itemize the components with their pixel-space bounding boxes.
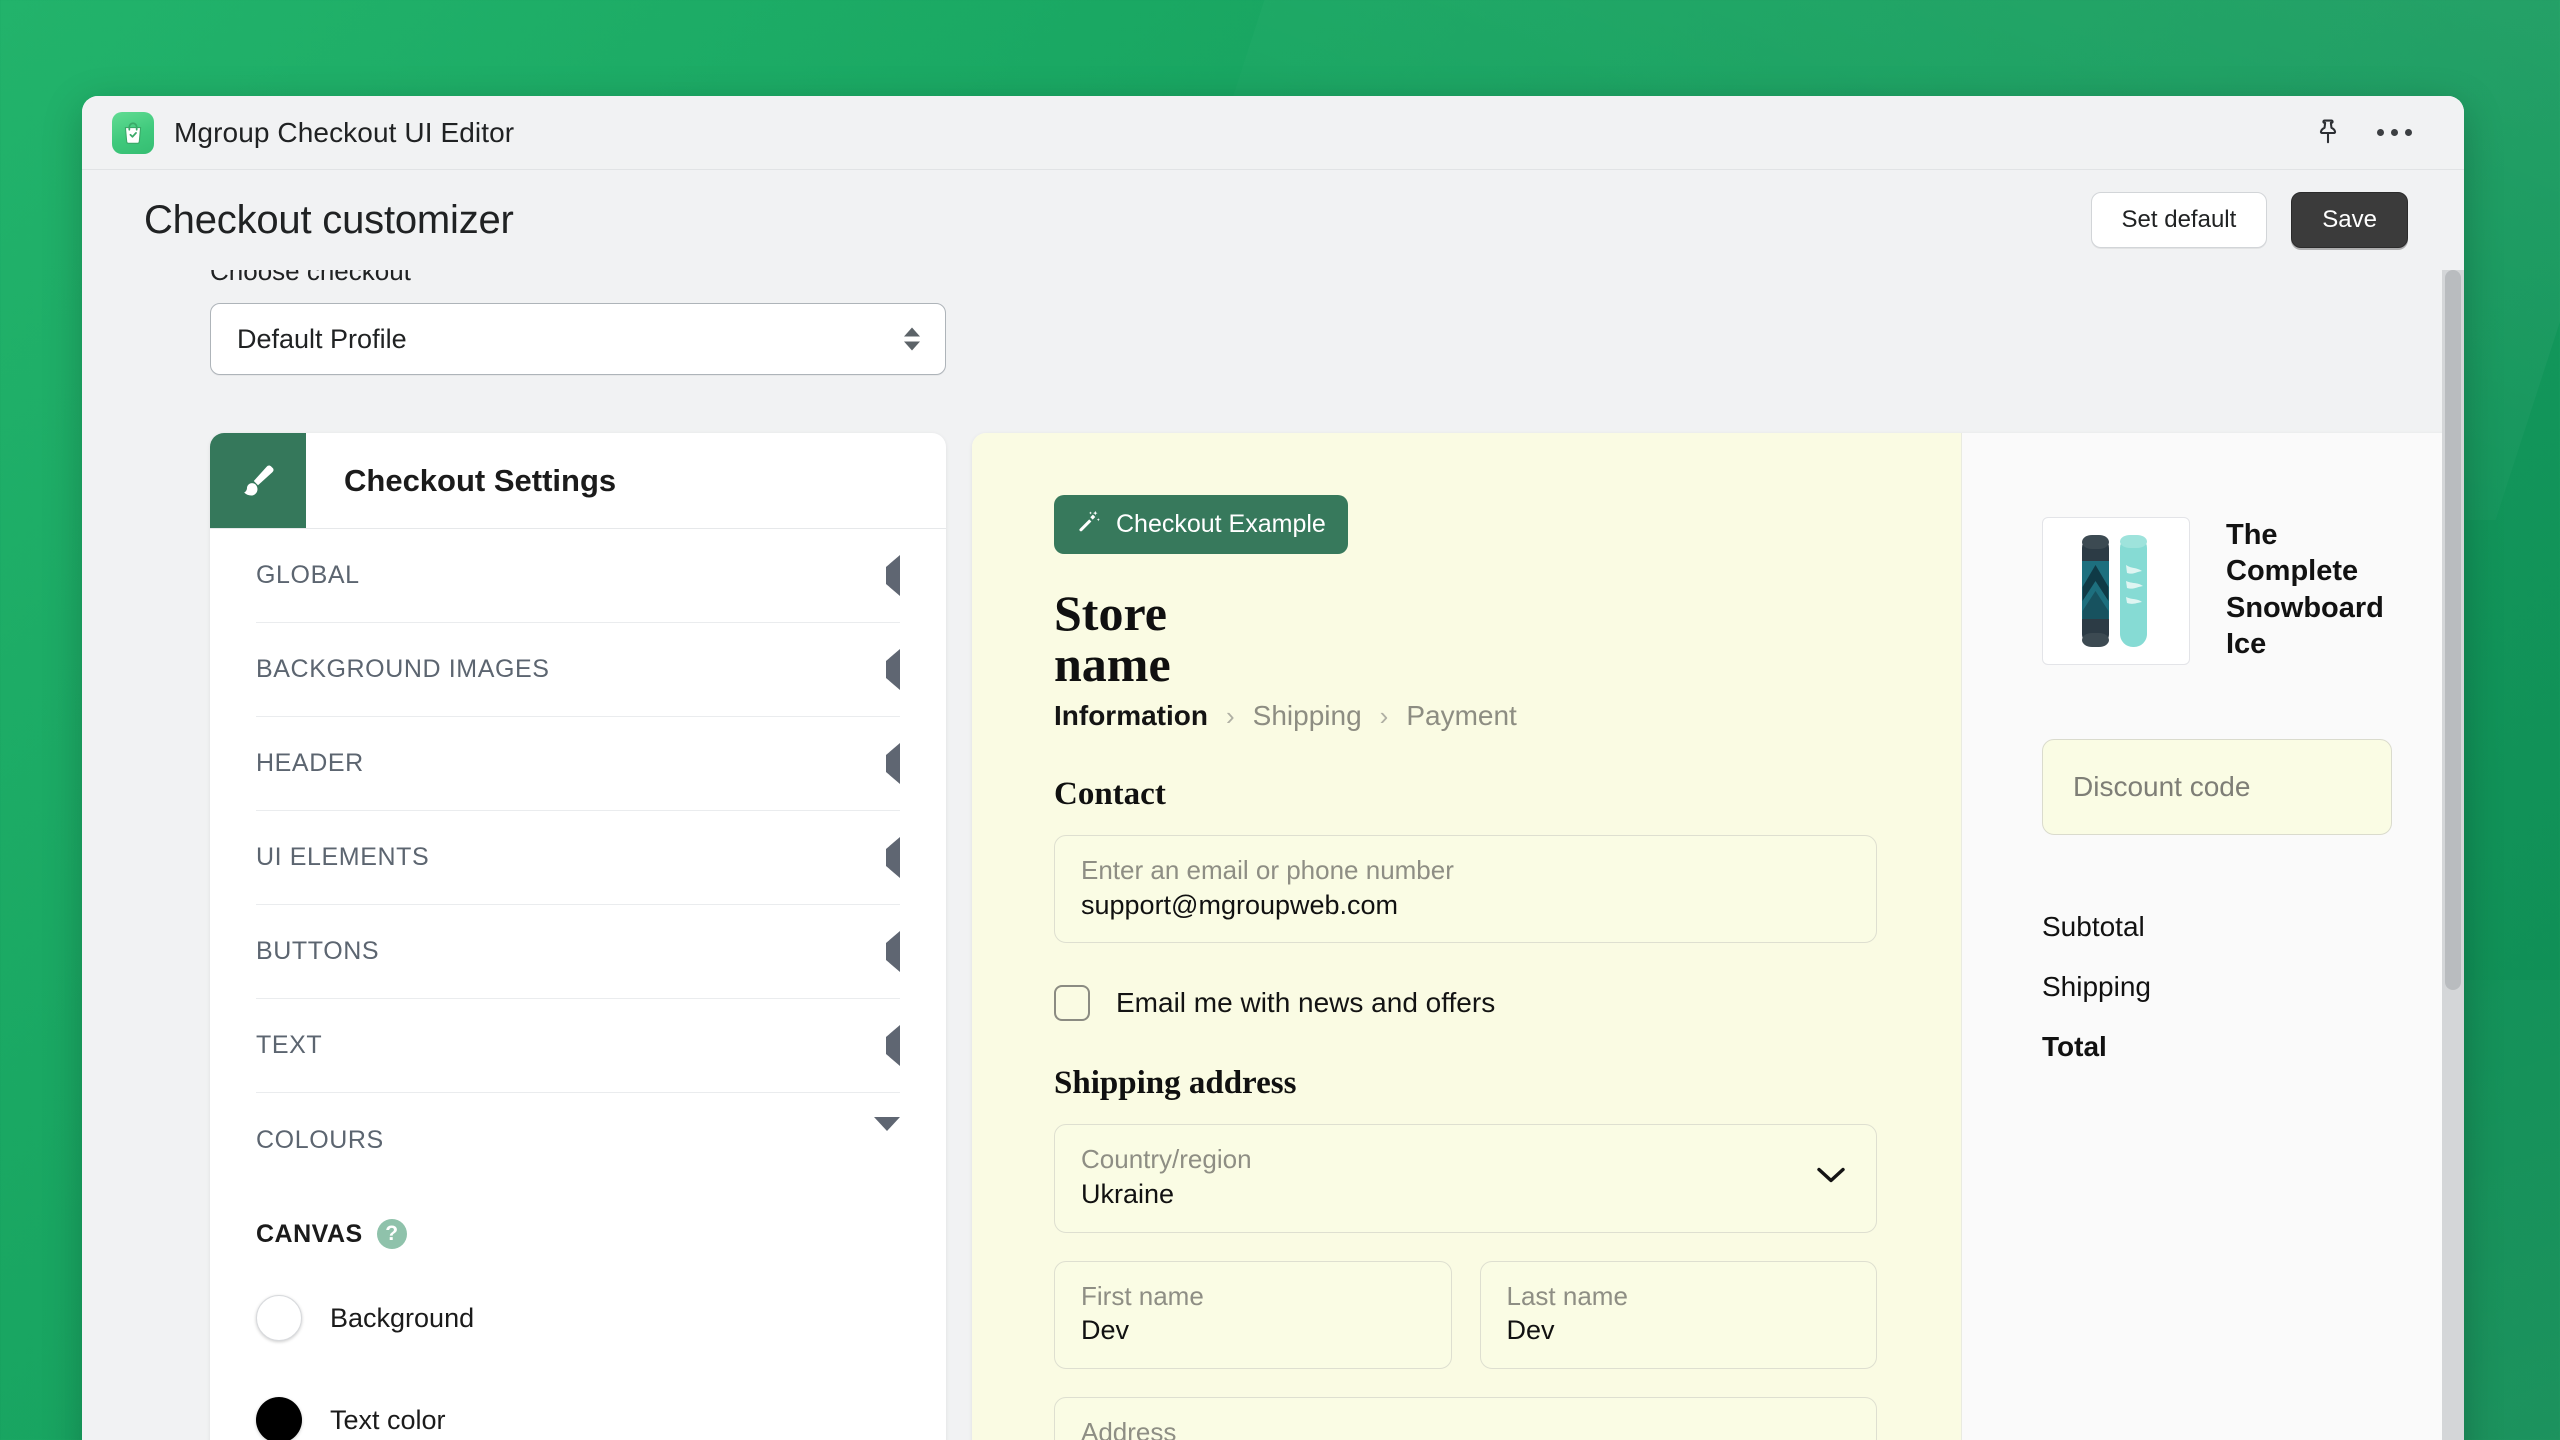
email-field-label: Enter an email or phone number: [1081, 855, 1454, 885]
canvas-colour-group: CANVAS ? Background Text color: [210, 1187, 946, 1440]
discount-code-input[interactable]: Discount code: [2042, 739, 2392, 835]
settings-panel-header: Checkout Settings: [210, 433, 946, 529]
header-actions: Set default Save: [2090, 192, 2408, 248]
first-name-label: First name: [1081, 1280, 1204, 1311]
titlebar: Mgroup Checkout UI Editor: [82, 96, 2464, 170]
total-label: Total: [2042, 1031, 2107, 1062]
colour-row-text-color[interactable]: Text color: [256, 1397, 900, 1440]
email-field-value: support@mgroupweb.com: [1081, 889, 1399, 920]
shopping-bag-icon: [112, 111, 154, 154]
checkout-settings-panel: Checkout Settings GLOBAL BACKGROUND IMAG…: [210, 433, 946, 1440]
last-name-value: Dev: [1506, 1315, 1555, 1345]
chevron-left-icon: [886, 836, 900, 878]
last-name-label: Last name: [1506, 1280, 1628, 1311]
newsletter-checkbox-row[interactable]: Email me with news and offers: [1054, 985, 1877, 1022]
name-field-row: First name Dev Last name Dev: [1054, 1260, 1877, 1369]
accordion-label: TEXT: [256, 1031, 323, 1059]
accordion-label: BACKGROUND IMAGES: [256, 655, 550, 683]
colour-label: Text color: [330, 1404, 446, 1435]
first-name-value: Dev: [1081, 1315, 1130, 1345]
app-window: Mgroup Checkout UI Editor Checkout custo…: [82, 96, 2464, 1440]
accordion-label: GLOBAL: [256, 561, 360, 589]
settings-accordion: GLOBAL BACKGROUND IMAGES HEADER UI ELEME…: [210, 529, 946, 1187]
magic-wand-icon: [1076, 508, 1102, 541]
country-region-label: Country/region: [1081, 1144, 1252, 1175]
email-field[interactable]: Enter an email or phone number support@m…: [1054, 835, 1877, 944]
checkout-example-badge[interactable]: Checkout Example: [1054, 495, 1348, 554]
order-totals: Subtotal Shipping Total: [2042, 911, 2392, 1063]
shipping-address-heading: Shipping address: [1054, 1065, 1297, 1102]
breadcrumb-step-shipping[interactable]: Shipping: [1253, 700, 1362, 732]
main-split: Checkout Settings GLOBAL BACKGROUND IMAG…: [82, 433, 2464, 1440]
save-button[interactable]: Save: [2291, 192, 2408, 248]
accordion-label: BUTTONS: [256, 937, 380, 965]
chevron-left-icon: [886, 742, 900, 784]
choose-checkout-label: Choose checkout: [210, 270, 411, 286]
checkout-profile-select[interactable]: Default Profile: [210, 303, 946, 375]
newsletter-checkbox-label: Email me with news and offers: [1116, 987, 1496, 1019]
chevron-left-icon: [886, 1024, 900, 1066]
accordion-section-buttons[interactable]: BUTTONS: [256, 905, 900, 999]
order-product-name: The Complete Snowboard Ice: [2226, 519, 2384, 660]
shipping-label: Shipping: [2042, 971, 2151, 1002]
colour-label: Background: [330, 1302, 475, 1333]
colour-swatch-background[interactable]: [256, 1295, 302, 1341]
paintbrush-icon: [210, 433, 306, 528]
ellipsis-icon[interactable]: [2368, 107, 2420, 159]
accordion-label: UI ELEMENTS: [256, 843, 430, 871]
accordion-label: COLOURS: [256, 1125, 384, 1154]
newsletter-checkbox[interactable]: [1054, 985, 1090, 1022]
accordion-section-background-images[interactable]: BACKGROUND IMAGES: [256, 623, 900, 717]
colour-swatch-text-color[interactable]: [256, 1397, 302, 1440]
accordion-section-header[interactable]: HEADER: [256, 717, 900, 811]
pin-icon[interactable]: [2302, 107, 2354, 159]
checkout-example-badge-label: Checkout Example: [1116, 510, 1326, 538]
address-field[interactable]: Address: [1054, 1396, 1877, 1440]
subtotal-label: Subtotal: [2042, 911, 2145, 942]
accordion-label: HEADER: [256, 749, 364, 777]
chevron-left-icon: [886, 648, 900, 690]
content-inner: Choose checkout Default Profile Checkout…: [82, 270, 2464, 1440]
contact-heading: Contact: [1054, 776, 1166, 812]
help-icon[interactable]: ?: [376, 1219, 407, 1249]
canvas-group-title: CANVAS: [256, 1219, 363, 1248]
country-region-select[interactable]: Country/region Ukraine: [1054, 1124, 1877, 1233]
set-default-button[interactable]: Set default: [2090, 192, 2268, 248]
chevron-down-icon: [1816, 1167, 1846, 1190]
accordion-section-text[interactable]: TEXT: [256, 999, 900, 1093]
breadcrumb-step-payment[interactable]: Payment: [1406, 700, 1517, 732]
accordion-section-global[interactable]: GLOBAL: [256, 529, 900, 623]
chevron-right-icon: ›: [1226, 700, 1235, 731]
chevron-down-icon: [874, 1117, 900, 1149]
content-scroll-area[interactable]: Choose checkout Default Profile Checkout…: [82, 270, 2464, 1440]
checkout-canvas: Checkout Example Store name Information …: [972, 433, 1962, 1440]
accordion-section-colours[interactable]: COLOURS: [256, 1093, 900, 1187]
breadcrumb-step-information[interactable]: Information: [1054, 700, 1208, 732]
window-scrollbar[interactable]: [2442, 270, 2464, 1440]
page-title: Checkout customizer: [144, 197, 514, 242]
checkout-breadcrumb: Information › Shipping › Payment: [1054, 700, 1877, 732]
store-name: Store name: [1054, 585, 1171, 692]
country-region-value: Ukraine: [1081, 1178, 1175, 1209]
chevron-right-icon: ›: [1379, 700, 1389, 731]
app-title: Mgroup Checkout UI Editor: [174, 116, 515, 148]
chevron-left-icon: [886, 554, 900, 596]
window-scrollbar-thumb[interactable]: [2445, 270, 2461, 990]
last-name-field[interactable]: Last name Dev: [1479, 1260, 1877, 1369]
first-name-field[interactable]: First name Dev: [1054, 1260, 1452, 1369]
chevron-left-icon: [886, 930, 900, 972]
ellipsis-dots: [2376, 129, 2412, 136]
canvas-title-row: CANVAS ?: [256, 1219, 900, 1249]
page-header: Checkout customizer Set default Save: [82, 170, 2464, 270]
address-label: Address: [1081, 1416, 1177, 1440]
checkout-profile-value[interactable]: Default Profile: [210, 303, 946, 375]
choose-checkout-row: Choose checkout Default Profile: [82, 270, 2464, 375]
settings-panel-title: Checkout Settings: [344, 462, 617, 498]
snowboard-product-image: [2042, 517, 2190, 665]
accordion-section-ui-elements[interactable]: UI ELEMENTS: [256, 811, 900, 905]
colour-row-background[interactable]: Background: [256, 1295, 900, 1341]
order-product-row: The Complete Snowboard Ice: [2042, 517, 2392, 665]
order-summary-panel: The Complete Snowboard Ice Discount code…: [1962, 433, 2464, 1440]
checkout-preview: Checkout Example Store name Information …: [972, 433, 2464, 1440]
